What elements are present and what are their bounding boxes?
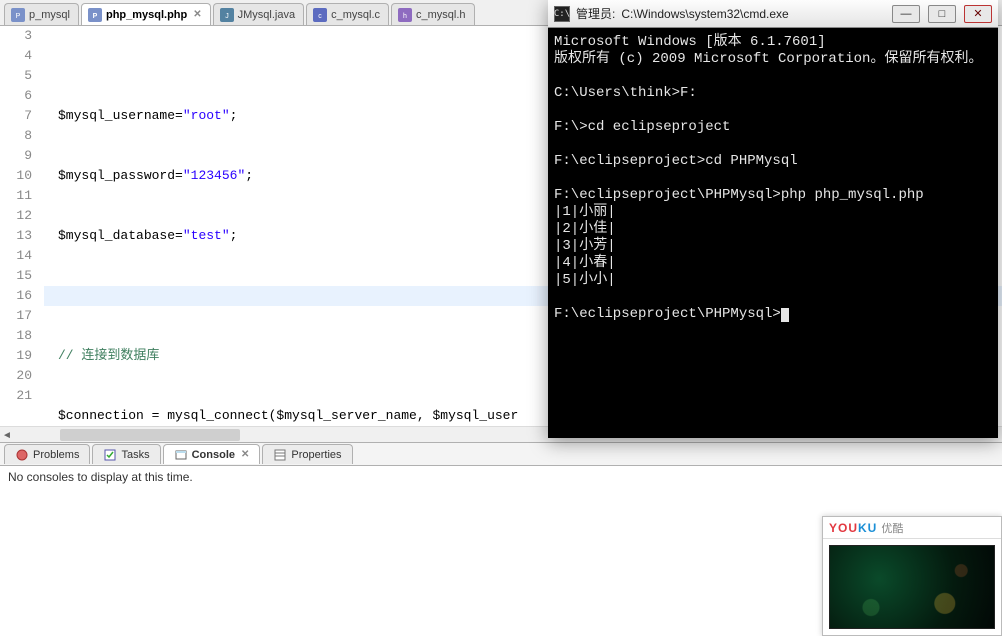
btab-label: Problems [33,449,79,461]
close-icon[interactable]: ✕ [241,449,249,460]
php-icon: P [11,8,25,22]
cmd-line: F:\>cd eclipseproject [554,119,730,135]
tasks-icon [103,448,117,462]
cmd-line: F:\eclipseproject>cd PHPMysql [554,153,798,169]
cmd-window[interactable]: C:\ 管理员: C:\Windows\system32\cmd.exe — □… [548,0,998,438]
h-icon: h [398,8,412,22]
bottom-views-tabbar: Problems Tasks Console ✕ Properties [0,442,1002,466]
cmd-line: |4|小春| [554,255,616,271]
cmd-line: 版权所有 (c) 2009 Microsoft Corporation。保留所有… [554,51,982,67]
tab-c-mysql-c[interactable]: c c_mysql.c [306,3,389,25]
tab-jmysql-java[interactable]: J JMysql.java [213,3,304,25]
tab-label: p_mysql [29,9,70,21]
cmd-icon: C:\ [554,6,570,22]
php-icon: P [88,8,102,22]
java-icon: J [220,8,234,22]
cmd-line: C:\Users\think>F: [554,85,697,101]
tab-tasks[interactable]: Tasks [92,444,160,464]
svg-text:J: J [225,13,229,20]
svg-text:c: c [318,13,322,20]
cmd-line: F:\eclipseproject\PHPMysql>php php_mysql… [554,187,924,203]
tab-properties[interactable]: Properties [262,444,352,464]
cmd-title-prefix: 管理员: [576,5,615,22]
youku-widget[interactable]: YOUKU 优酷 [822,516,1002,636]
tab-c-mysql-h[interactable]: h c_mysql.h [391,3,475,25]
cmd-line: |1|小丽| [554,204,616,220]
btab-label: Properties [291,449,341,461]
cmd-line: |5|小小| [554,272,616,288]
maximize-button[interactable]: □ [928,5,956,23]
youku-title: 优酷 [881,520,903,536]
cmd-line: |3|小芳| [554,238,616,254]
cmd-cursor [781,308,789,322]
cmd-title-path: C:\Windows\system32\cmd.exe [621,7,788,21]
tab-label: JMysql.java [238,9,295,21]
svg-text:P: P [93,13,98,20]
tab-label: php_mysql.php [106,9,187,21]
svg-text:h: h [403,13,407,20]
console-view: No consoles to display at this time. [0,466,1002,502]
minimize-button[interactable]: — [892,5,920,23]
tab-problems[interactable]: Problems [4,444,90,464]
console-status-text: No consoles to display at this time. [8,470,193,484]
tab-label: c_mysql.c [331,9,380,21]
cmd-line: Microsoft Windows [版本 6.1.7601] [554,34,826,50]
scroll-thumb[interactable] [60,429,240,441]
tab-label: c_mysql.h [416,9,466,21]
cmd-line: F:\eclipseproject\PHPMysql> [554,306,781,322]
tab-console[interactable]: Console ✕ [163,444,261,464]
tab-p-mysql[interactable]: P p_mysql [4,3,79,25]
youku-header: YOUKU 优酷 [823,517,1001,539]
svg-text:P: P [16,13,21,20]
problems-icon [15,448,29,462]
console-icon [174,448,188,462]
close-icon[interactable]: ✕ [193,9,201,20]
cmd-terminal-body[interactable]: Microsoft Windows [版本 6.1.7601] 版权所有 (c)… [548,28,998,438]
btab-label: Console [192,449,235,461]
properties-icon [273,448,287,462]
line-number-gutter: 3 4 5 6 7 8 9 10 11 12 13 14 15 16 17 18… [0,26,44,426]
c-icon: c [313,8,327,22]
youku-video-thumbnail[interactable] [829,545,995,629]
btab-label: Tasks [121,449,149,461]
close-button[interactable]: ✕ [964,5,992,23]
cmd-line: |2|小佳| [554,221,616,237]
youku-logo-icon: YOUKU [829,521,877,535]
scroll-left-arrow-icon[interactable]: ◄ [0,428,14,442]
cmd-title-bar[interactable]: C:\ 管理员: C:\Windows\system32\cmd.exe — □… [548,0,998,28]
tab-php-mysql-php[interactable]: P php_mysql.php ✕ [81,3,211,25]
